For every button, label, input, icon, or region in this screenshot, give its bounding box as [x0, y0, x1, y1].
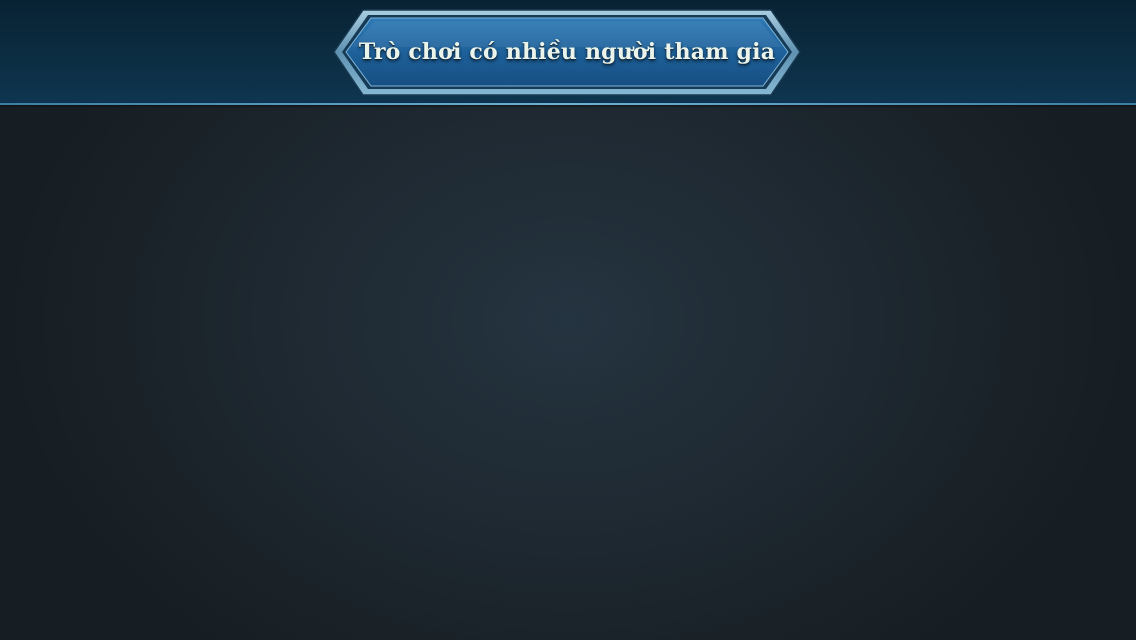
game-mode-title: Trò chơi có nhiều người tham gia — [358, 39, 776, 65]
title-plate: Trò chơi có nhiều người tham gia — [333, 9, 801, 97]
game-screen: Trò chơi có nhiều người tham gia — [0, 0, 1136, 640]
header-divider — [0, 103, 1136, 105]
